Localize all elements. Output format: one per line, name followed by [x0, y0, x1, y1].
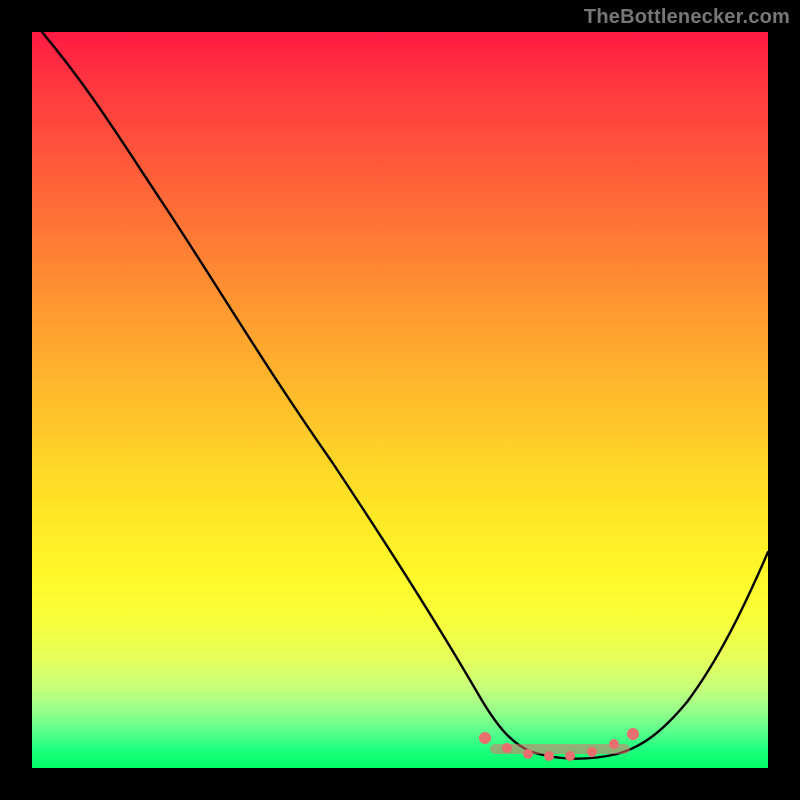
bottleneck-curve-path	[42, 32, 768, 759]
optimal-range-markers	[479, 728, 639, 761]
plot-area	[32, 32, 768, 768]
chart-frame: TheBottlenecker.com	[0, 0, 800, 800]
bottleneck-curve-svg	[32, 32, 768, 768]
watermark-text: TheBottlenecker.com	[584, 6, 790, 29]
